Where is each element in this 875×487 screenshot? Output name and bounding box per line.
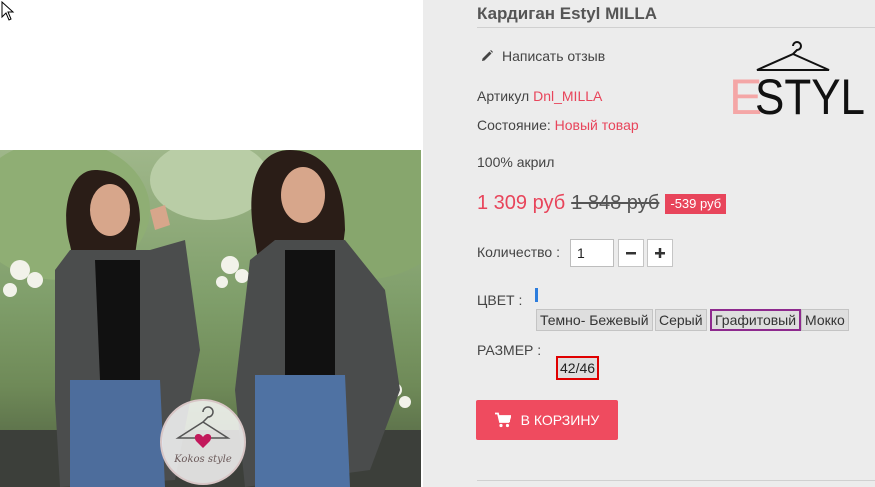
quantity-decrease-button[interactable] — [618, 239, 644, 267]
product-title: Кардиган Estyl MILLA — [477, 4, 658, 23]
product-photo[interactable]: Kokos style — [0, 150, 421, 487]
product-info: Кардиган Estyl MILLA Написать отзыв E ST… — [423, 0, 875, 487]
current-price: 1 309 руб — [477, 192, 566, 214]
hanger-icon — [756, 41, 830, 71]
quantity-input[interactable] — [570, 239, 614, 267]
condition-label: Состояние: — [477, 117, 551, 133]
size-label: РАЗМЕР : — [477, 342, 542, 358]
quantity-increase-button[interactable] — [647, 239, 673, 267]
condition-row: Состояние: Новый товар — [477, 117, 639, 133]
add-to-cart-label: В КОРЗИНУ — [520, 412, 600, 428]
color-option-graphite[interactable]: Графитовый — [710, 309, 802, 331]
product-image-column: Kokos style — [0, 0, 423, 487]
size-option[interactable]: 42/46 — [556, 356, 600, 380]
color-label: ЦВЕТ : — [477, 292, 523, 308]
pencil-icon — [482, 50, 493, 61]
price-row: 1 309 руб 1 848 руб -539 руб — [477, 192, 727, 215]
color-indicator — [535, 288, 538, 302]
condition-value: Новый товар — [554, 117, 639, 133]
write-review-link[interactable]: Написать отзыв — [480, 48, 605, 64]
write-review-label: Написать отзыв — [502, 48, 606, 64]
color-option-gray[interactable]: Серый — [655, 309, 707, 331]
minus-icon — [626, 252, 636, 255]
composition: 100% акрил — [477, 154, 555, 170]
add-to-cart-button[interactable]: В КОРЗИНУ — [476, 400, 618, 440]
article-row: Артикул Dnl_MILLA — [477, 88, 602, 104]
cursor-icon — [1, 1, 15, 21]
divider — [477, 480, 875, 481]
color-option-dark-beige[interactable]: Темно- Бежевый — [536, 309, 653, 331]
old-price: 1 848 руб — [571, 192, 660, 214]
discount-badge: -539 руб — [665, 193, 727, 214]
brand-logo: E STYL — [727, 36, 867, 125]
cart-icon — [494, 412, 511, 428]
quantity-label: Количество : — [477, 244, 560, 260]
plus-icon — [655, 248, 665, 258]
watermark-badge: Kokos style — [160, 399, 246, 485]
logo-text: STYL — [755, 69, 865, 118]
color-option-mocha[interactable]: Мокко — [801, 309, 849, 331]
divider — [477, 27, 875, 28]
article-value: Dnl_MILLA — [533, 88, 603, 104]
watermark-text: Kokos style — [173, 454, 232, 465]
article-label: Артикул — [477, 88, 530, 104]
